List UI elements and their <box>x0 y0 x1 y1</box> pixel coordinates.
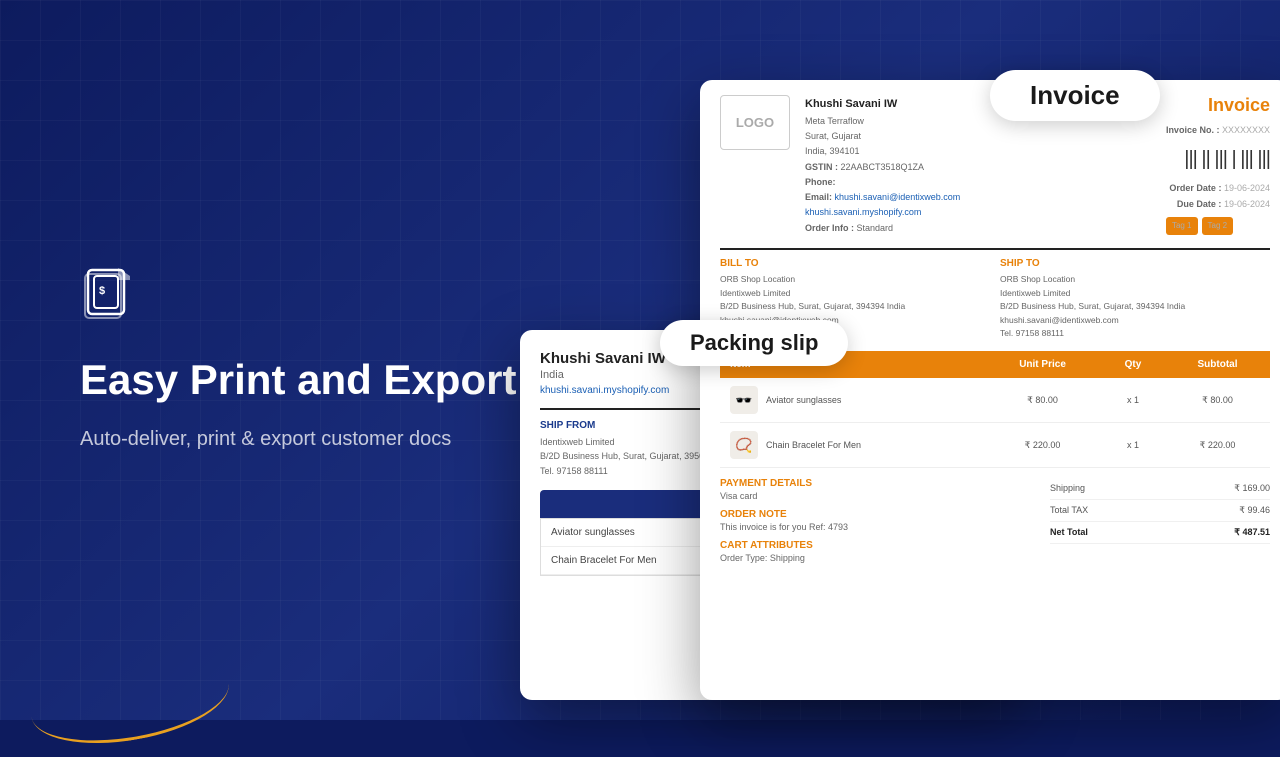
inv-col-subtotal: Subtotal <box>1165 351 1270 378</box>
inv-tags: Tag 1 Tag 2 <box>1166 217 1270 235</box>
inv-net-label: Net Total <box>1050 527 1088 538</box>
inv-cart-val: Order Type: Shipping <box>720 553 1040 563</box>
inv-line1: Meta Terraflow <box>805 114 960 129</box>
inv-header: LOGO Khushi Savani IW Meta Terraflow Sur… <box>720 95 1270 236</box>
inv-totals: Shipping ₹ 169.00 Total TAX ₹ 99.46 Net … <box>1050 478 1270 563</box>
inv-phone: Phone: <box>805 175 960 190</box>
main-title: Easy Print and Export <box>80 356 520 404</box>
inv-no: Invoice No. : XXXXXXXX <box>1166 122 1270 138</box>
inv-order-note-val: This invoice is for you Ref: 4793 <box>720 522 1040 532</box>
inv-shipping-value: ₹ 169.00 <box>1234 483 1270 494</box>
inv-tax-row: Total TAX ₹ 99.46 <box>1050 500 1270 522</box>
inv-net-total-row: Net Total ₹ 487.51 <box>1050 522 1270 544</box>
inv-col-unit-price: Unit Price <box>984 351 1101 378</box>
inv-line3: India, 394101 <box>805 144 960 159</box>
inv-tax-value: ₹ 99.46 <box>1239 505 1270 516</box>
documents-area: Khushi Savani IW India khushi.savani.mys… <box>500 0 1280 720</box>
inv-item-1-subtotal: ₹ 80.00 <box>1165 378 1270 423</box>
inv-tag-1: Tag 1 <box>1166 217 1198 235</box>
inv-shipping-label: Shipping <box>1050 483 1085 494</box>
inv-payment-val: Visa card <box>720 491 1040 501</box>
inv-payment-label: PAYMENT DETAILS <box>720 478 1040 489</box>
left-panel: $ Easy Print and Export Auto-deliver, pr… <box>0 0 580 720</box>
subtitle: Auto-deliver, print & export customer do… <box>80 424 520 454</box>
inv-cart-label: CART ATTRIBUTES <box>720 540 1040 551</box>
invoice-content: LOGO Khushi Savani IW Meta Terraflow Sur… <box>700 80 1280 700</box>
inv-net-value: ₹ 487.51 <box>1234 527 1270 538</box>
inv-item-1-name: 🕶️ Aviator sunglasses <box>720 378 984 422</box>
inv-right: Invoice Invoice No. : XXXXXXXX ||| || ||… <box>1166 95 1270 236</box>
inv-item-1-img: 🕶️ <box>730 386 758 414</box>
inv-line2: Surat, Gujarat <box>805 129 960 144</box>
inv-item-1-qty: x 1 <box>1101 378 1165 423</box>
inv-item-row-2: 📿 Chain Bracelet For Men ₹ 220.00 x 1 ₹ … <box>720 423 1270 468</box>
inv-due-date: Due Date : 19-06-2024 <box>1166 196 1270 212</box>
inv-item-2-price: ₹ 220.00 <box>984 423 1101 468</box>
inv-item-2-name: 📿 Chain Bracelet For Men <box>720 423 984 467</box>
inv-bottom: PAYMENT DETAILS Visa card ORDER NOTE Thi… <box>720 478 1270 563</box>
inv-item-1-price: ₹ 80.00 <box>984 378 1101 423</box>
inv-item-2-img: 📿 <box>730 431 758 459</box>
packing-slip-label: Packing slip <box>660 320 848 366</box>
invoice-card: LOGO Khushi Savani IW Meta Terraflow Sur… <box>700 80 1280 700</box>
invoice-label: Invoice <box>990 70 1160 121</box>
inv-tag-2: Tag 2 <box>1202 217 1234 235</box>
inv-items-table: Item Unit Price Qty Subtotal 🕶️ Aviator … <box>720 351 1270 468</box>
inv-col-qty: Qty <box>1101 351 1165 378</box>
inv-ship-to-label: SHIP TO <box>1000 258 1270 269</box>
inv-bill-to-label: BILL TO <box>720 258 990 269</box>
inv-order-date: Order Date : 19-06-2024 <box>1166 180 1270 196</box>
inv-item-2-subtotal: ₹ 220.00 <box>1165 423 1270 468</box>
inv-order-info: Order Info : Standard <box>805 221 960 236</box>
inv-divider <box>720 248 1270 250</box>
inv-company-name: Khushi Savani IW <box>805 95 960 114</box>
inv-website: khushi.savani.myshopify.com <box>805 205 960 220</box>
inv-left: LOGO Khushi Savani IW Meta Terraflow Sur… <box>720 95 960 236</box>
inv-logo: LOGO <box>720 95 790 150</box>
inv-company-info: Khushi Savani IW Meta Terraflow Surat, G… <box>805 95 960 236</box>
inv-barcode: ||| || ||| | ||| ||| <box>1166 141 1270 177</box>
inv-gstin: GSTIN : 22AABCT3518Q1ZA <box>805 160 960 175</box>
app-logo-icon: $ <box>80 266 140 326</box>
inv-meta: Invoice No. : XXXXXXXX ||| || ||| | ||| … <box>1166 122 1270 235</box>
inv-ship-to-address: ORB Shop Location Identixweb Limited B/2… <box>1000 273 1270 341</box>
inv-bottom-left: PAYMENT DETAILS Visa card ORDER NOTE Thi… <box>720 478 1040 563</box>
inv-shipping-row: Shipping ₹ 169.00 <box>1050 478 1270 500</box>
inv-ship-to-col: SHIP TO ORB Shop Location Identixweb Lim… <box>1000 258 1270 341</box>
inv-title: Invoice <box>1166 95 1270 116</box>
svg-text:$: $ <box>99 285 105 297</box>
inv-order-note-label: ORDER NOTE <box>720 509 1040 520</box>
inv-tax-label: Total TAX <box>1050 505 1088 516</box>
arc-decoration <box>25 643 236 757</box>
inv-item-row-1: 🕶️ Aviator sunglasses ₹ 80.00 x 1 ₹ 80.0… <box>720 378 1270 423</box>
inv-email: Email: khushi.savani@identixweb.com <box>805 190 960 205</box>
inv-item-2-qty: x 1 <box>1101 423 1165 468</box>
